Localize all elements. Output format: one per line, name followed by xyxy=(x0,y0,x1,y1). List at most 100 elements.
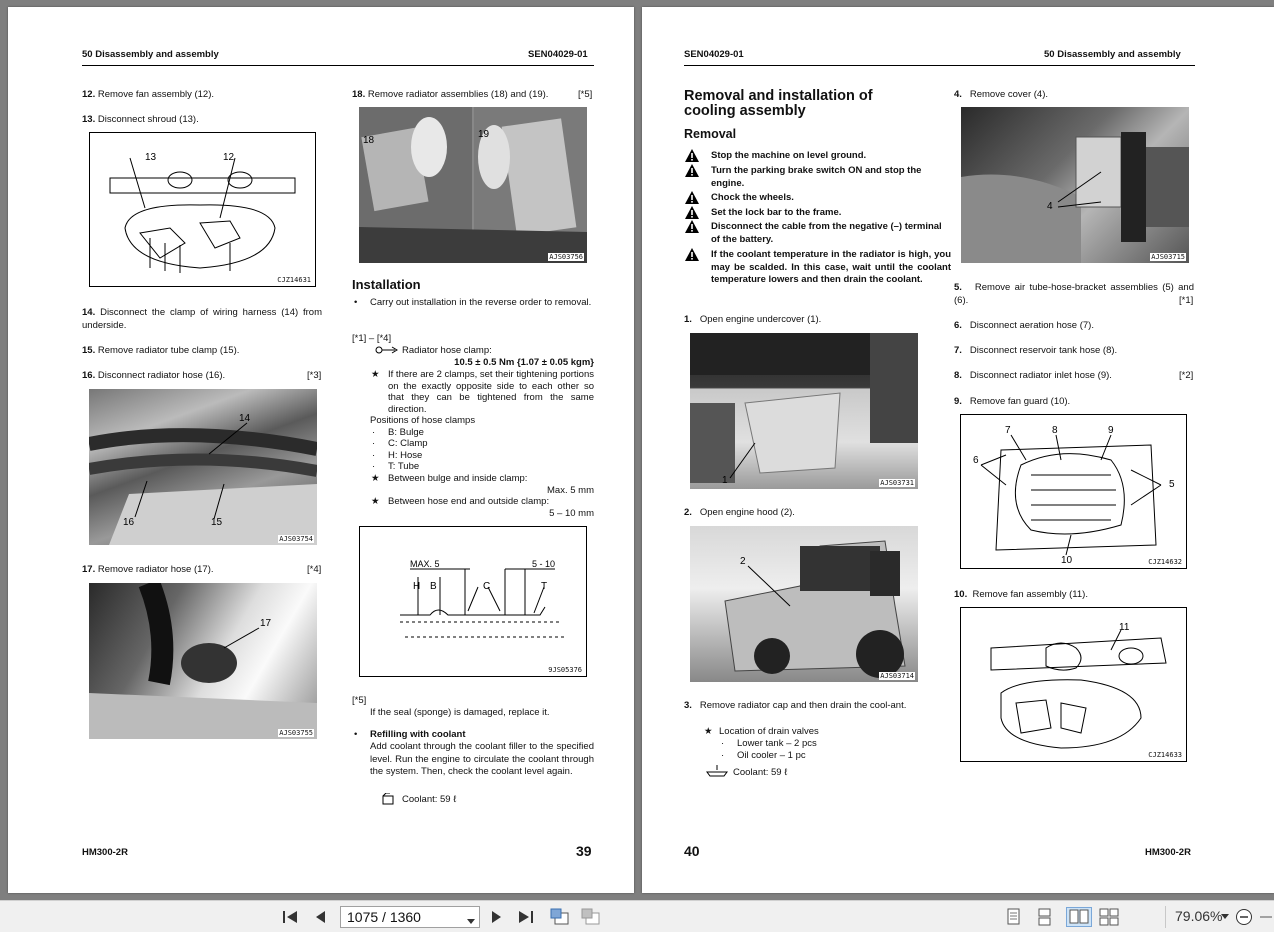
zoom-level[interactable]: 79.06% xyxy=(1175,908,1222,924)
chevron-down-icon[interactable] xyxy=(467,912,475,928)
bullet-dot: · xyxy=(372,427,376,438)
zoom-out-icon xyxy=(1236,909,1252,925)
step-4: 4. Remove cover (4). xyxy=(954,89,1048,100)
note-bulge: Between bulge and inside clamp: xyxy=(388,473,528,484)
positions-title: Positions of hose clamps xyxy=(370,415,476,426)
zoom-dropdown-button[interactable] xyxy=(1220,907,1230,927)
callout-12: 12 xyxy=(223,152,235,163)
svg-text:5: 5 xyxy=(1169,479,1175,490)
star-icon: ★ xyxy=(371,496,380,507)
warning-item: Set the lock bar to the frame. xyxy=(685,206,951,220)
svg-text:4: 4 xyxy=(1047,201,1053,212)
step-13: 13. Disconnect shroud (13). xyxy=(82,114,199,125)
slider-track-icon xyxy=(1260,916,1272,918)
single-page-icon xyxy=(1007,908,1020,925)
warning-item: Turn the parking brake switch ON and sto… xyxy=(685,164,951,190)
svg-text:MAX. 5: MAX. 5 xyxy=(410,559,440,569)
photo-radiator-hose-17: 17 AJS03755 xyxy=(89,583,317,739)
figure-code: CJZ14633 xyxy=(1147,751,1183,759)
svg-text:T: T xyxy=(541,581,547,592)
go-back-icon xyxy=(581,908,600,925)
warning-icon xyxy=(685,164,699,177)
viewer-toolbar: 1075 / 1360 79.06% xyxy=(0,900,1274,932)
svg-text:18: 18 xyxy=(363,135,375,146)
bullet-dot: • xyxy=(354,729,358,740)
step-6: 6. Disconnect aeration hose (7). xyxy=(954,320,1094,331)
ref-5: [*5] xyxy=(352,695,367,706)
ref-range: [*1] – [*4] xyxy=(352,333,392,344)
step-15: 15. Remove radiator tube clamp (15). xyxy=(82,345,240,356)
note-clamps: If there are 2 clamps, set their tighten… xyxy=(388,369,594,415)
ref-tag: [*2] xyxy=(1179,370,1194,381)
svg-text:6: 6 xyxy=(973,455,979,466)
figure-code: AJS03715 xyxy=(1150,253,1186,261)
bullet-dot: • xyxy=(354,297,358,308)
warning-icon xyxy=(685,248,699,261)
svg-text:C: C xyxy=(483,581,490,592)
drain-item: Lower tank – 2 pcs xyxy=(737,738,817,749)
facing-view-button[interactable] xyxy=(1066,907,1092,927)
warning-icon xyxy=(685,191,699,204)
star-icon: ★ xyxy=(371,473,380,484)
installation-heading: Installation xyxy=(352,277,421,292)
figure-code: 9JS05376 xyxy=(547,666,583,674)
installation-text: Carry out installation in the reverse or… xyxy=(370,297,592,308)
zoom-out-button[interactable] xyxy=(1234,907,1254,927)
warning-item: Disconnect the cable from the negative (… xyxy=(685,220,951,246)
footer-model: HM300-2R xyxy=(1145,847,1191,858)
next-page-button[interactable] xyxy=(487,907,507,927)
step-3: 3. Remove radiator cap and then drain th… xyxy=(684,700,907,711)
first-page-button[interactable] xyxy=(280,907,300,927)
svg-text:14: 14 xyxy=(239,413,251,424)
step-8: 8. Disconnect radiator inlet hose (9). xyxy=(954,370,1112,381)
coolant-can-icon xyxy=(381,792,395,805)
step-2: 2. Open engine hood (2). xyxy=(684,507,795,518)
continuous-facing-view-button[interactable] xyxy=(1099,907,1119,927)
photo-cover: 4 AJS03715 xyxy=(961,107,1189,263)
ref-tag: [*5] xyxy=(578,89,593,100)
zoom-slider[interactable] xyxy=(1258,907,1272,927)
warning-icon xyxy=(685,149,699,162)
bullet-dot: · xyxy=(372,461,376,472)
last-page-button[interactable] xyxy=(516,907,536,927)
wrench-icon xyxy=(375,345,401,355)
step-16: 16. Disconnect radiator hose (16). xyxy=(82,370,226,381)
continuous-page-icon xyxy=(1038,908,1051,926)
footer-model: HM300-2R xyxy=(82,847,128,858)
svg-text:5 - 10: 5 - 10 xyxy=(532,559,555,569)
star-icon: ★ xyxy=(704,726,713,737)
refill-title: Refilling with coolant xyxy=(370,729,466,740)
photo-radiator-hose: 14 16 15 AJS03754 xyxy=(89,389,317,545)
step-9: 9. Remove fan guard (10). xyxy=(954,396,1071,407)
page-number-field[interactable]: 1075 / 1360 xyxy=(340,906,480,928)
photo-engine-hood: 2 AJS03714 xyxy=(690,526,918,682)
figure-fan-guard: 7 8 9 6 5 10 CJZ14632 xyxy=(960,414,1187,569)
position-item: C: Clamp xyxy=(388,438,428,449)
step-10: 10. Remove fan assembly (11). xyxy=(954,589,1088,600)
ref-tag: [*4] xyxy=(307,564,322,575)
previous-page-button[interactable] xyxy=(310,907,330,927)
single-page-view-button[interactable] xyxy=(1004,907,1024,927)
figure-code: AJS03755 xyxy=(278,729,314,737)
go-to-page-button[interactable] xyxy=(550,907,570,927)
clamp-torque: 10.5 ± 0.5 Nm {1.07 ± 0.05 kgm} xyxy=(454,357,594,368)
bullet-dot: · xyxy=(372,438,376,449)
photo-radiator-assemblies: 18 19 AJS03756 xyxy=(359,107,587,263)
step-14: 14. Disconnect the clamp of wiring harne… xyxy=(82,307,322,331)
toolbar-divider xyxy=(1165,906,1166,928)
last-page-icon xyxy=(519,911,533,923)
warning-icon xyxy=(685,206,699,219)
svg-text:16: 16 xyxy=(123,517,135,528)
go-back-button[interactable] xyxy=(581,907,601,927)
note-bulge-value: Max. 5 mm xyxy=(547,485,594,496)
figure-fan-assembly: 11 CJZ14633 xyxy=(960,607,1187,762)
figure-code: AJS03731 xyxy=(879,479,915,487)
first-page-icon xyxy=(283,911,297,923)
svg-text:15: 15 xyxy=(211,517,223,528)
continuous-view-button[interactable] xyxy=(1035,907,1055,927)
figure-code: AJS03754 xyxy=(278,535,314,543)
svg-text:1: 1 xyxy=(722,475,728,486)
removal-heading: Removal xyxy=(684,127,737,141)
drain-pan-icon xyxy=(706,765,728,777)
step-5: 5. Remove air tube-hose-bracket assembli… xyxy=(954,282,1194,306)
